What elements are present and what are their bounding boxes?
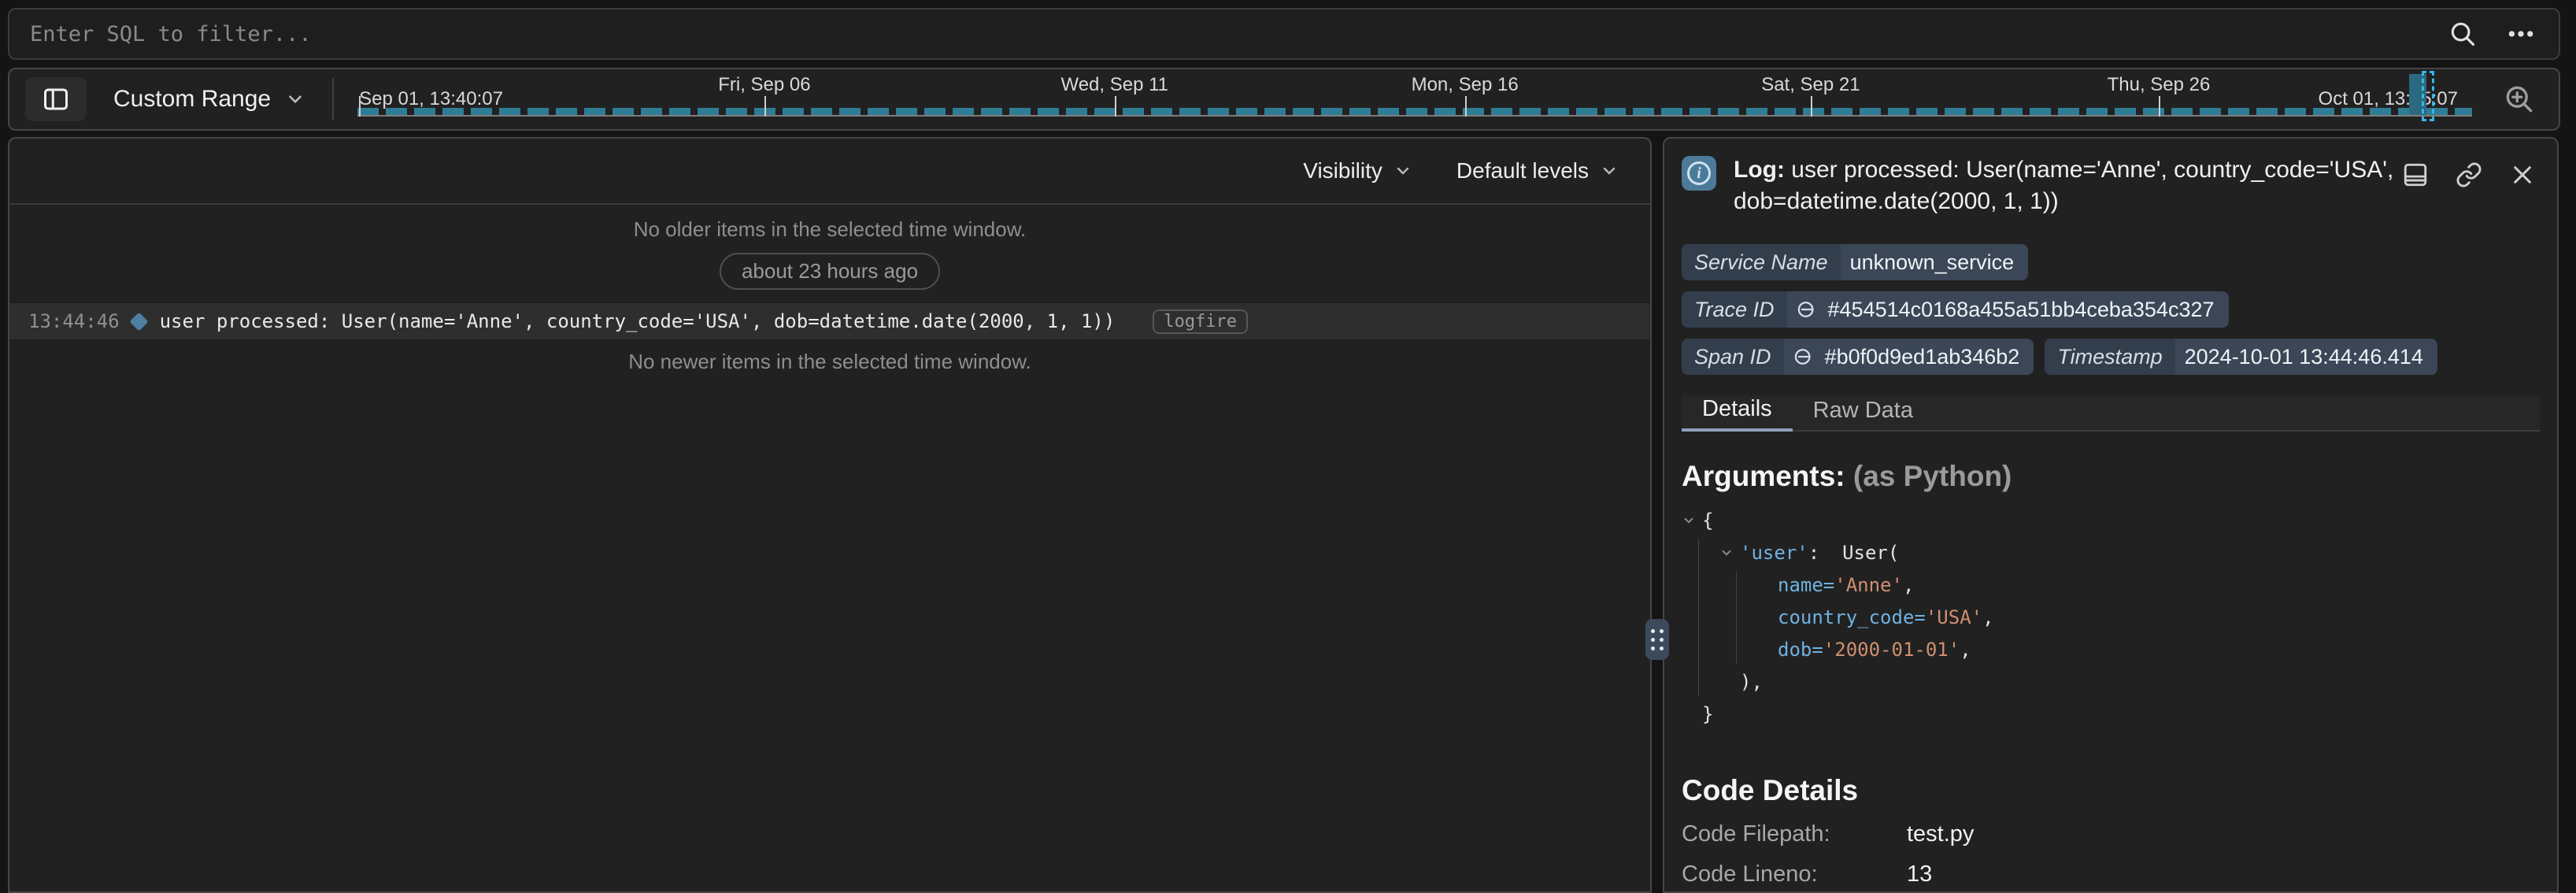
code-token: }	[1702, 703, 1713, 725]
no-newer-items-text: No newer items in the selected time wind…	[9, 350, 1650, 374]
close-icon[interactable]	[2505, 157, 2540, 192]
log-tag-badge[interactable]: logfire	[1153, 309, 1248, 334]
timeline-chart[interactable]: Sep 01, 13:40:07 Oct 01, 13:45:07 Fri, S…	[348, 69, 2551, 129]
code-token: :	[1808, 542, 1842, 564]
badge-value: #b0f0d9ed1ab346b2	[1815, 339, 2034, 375]
code-line[interactable]: {	[1682, 504, 2540, 536]
log-list-panel: Visibility Default levels No older items…	[8, 137, 1652, 893]
timeline-selection-window[interactable]	[2422, 71, 2434, 121]
indent-guide	[1698, 539, 1699, 696]
code-line: dob='2000-01-01',	[1682, 633, 2540, 665]
no-older-items-text: No older items in the selected time wind…	[9, 217, 1650, 242]
visibility-dropdown[interactable]: Visibility	[1303, 158, 1412, 183]
chevron-down-icon	[285, 89, 305, 109]
zoom-in-icon[interactable]	[2502, 82, 2537, 117]
code-line[interactable]: 'user': User(	[1682, 536, 2540, 569]
divider	[332, 78, 334, 120]
timeline-panel: Custom Range Sep 01, 13:40:07 Oct 01, 13…	[8, 68, 2560, 131]
meta-badge-timestamp: Timestamp2024-10-01 13:44:46.414	[2045, 339, 2437, 375]
time-range-label: Custom Range	[113, 86, 271, 113]
sql-filter-input[interactable]	[30, 22, 2445, 46]
timeline-dashed-series	[357, 108, 2472, 115]
badge-label: Service Name	[1682, 244, 1841, 280]
code-line: country_code='USA',	[1682, 601, 2540, 633]
default-levels-dropdown[interactable]: Default levels	[1456, 158, 1619, 183]
time-range-selector[interactable]: Custom Range	[113, 86, 305, 113]
arguments-code-tree: {'user': User(name='Anne',country_code='…	[1682, 504, 2540, 730]
code-line: name='Anne',	[1682, 569, 2540, 601]
tab-raw-data[interactable]: Raw Data	[1793, 398, 1934, 430]
default-levels-label: Default levels	[1456, 158, 1589, 183]
code-line: ),	[1682, 665, 2540, 698]
badge-value: unknown_service	[1841, 244, 2029, 280]
code-token: {	[1702, 509, 1713, 532]
timeline-end-label: Oct 01, 13:45:07	[2319, 88, 2458, 110]
collapse-chevron-icon[interactable]	[1682, 513, 1702, 528]
log-detail-panel: i Log: user processed: User(name='Anne',…	[1663, 137, 2559, 893]
copy-link-icon[interactable]	[2452, 157, 2486, 192]
log-row[interactable]: 13:44:46 user processed: User(name='Anne…	[9, 302, 1650, 340]
code-token: ,	[1960, 639, 1971, 661]
code-token: User(	[1842, 542, 1899, 564]
indent-guide	[1736, 572, 1737, 665]
code-details-heading: Code Details	[1682, 774, 2540, 807]
code-token: ,	[1982, 606, 1993, 628]
sidebar-toggle-button[interactable]	[25, 77, 87, 121]
link-icon[interactable]	[1797, 298, 1819, 321]
code-token: name=	[1778, 574, 1834, 596]
arguments-heading: Arguments: (as Python)	[1682, 460, 2540, 493]
meta-badge-service-name: Service Nameunknown_service	[1682, 244, 2028, 280]
collapse-chevron-icon[interactable]	[1719, 546, 1740, 560]
info-level-icon: i	[1682, 156, 1716, 191]
badge-label: Span ID	[1682, 339, 1784, 375]
visibility-label: Visibility	[1303, 158, 1382, 183]
code-token: dob=	[1778, 639, 1823, 661]
code-token: '2000-01-01'	[1823, 639, 1960, 661]
code-filepath-label: Code Filepath:	[1682, 821, 1907, 847]
badge-value: #454514c0168a455a51bb4ceba354c327	[1819, 291, 2229, 328]
code-token: ),	[1740, 671, 1763, 693]
code-token: 'Anne'	[1834, 574, 1903, 596]
code-token: 'user'	[1740, 542, 1808, 564]
code-token: 'USA'	[1926, 606, 1982, 628]
detail-title: Log: user processed: User(name='Anne', c…	[1734, 154, 2398, 217]
meta-badge-trace-id[interactable]: Trace ID #454514c0168a455a51bb4ceba354c32…	[1682, 291, 2229, 328]
log-timestamp: 13:44:46	[28, 310, 120, 332]
code-filepath-value: test.py	[1907, 821, 1974, 847]
panel-resize-handle[interactable]	[1645, 619, 1669, 660]
sql-filter-bar	[8, 8, 2560, 60]
chevron-down-icon	[1393, 161, 1412, 180]
meta-badge-span-id[interactable]: Span ID #b0f0d9ed1ab346b2	[1682, 339, 2034, 375]
log-level-diamond-icon	[129, 312, 148, 331]
timeline-start-label: Sep 01, 13:40:07	[359, 88, 503, 110]
detail-tabs: DetailsRaw Data	[1682, 395, 2540, 432]
code-lineno-label: Code Lineno:	[1682, 862, 1907, 887]
relative-time-badge[interactable]: about 23 hours ago	[720, 253, 940, 290]
log-list-toolbar: Visibility Default levels	[9, 139, 1650, 205]
code-line: }	[1682, 698, 2540, 730]
code-token: country_code=	[1778, 606, 1926, 628]
chevron-down-icon	[1600, 161, 1619, 180]
badge-label: Trace ID	[1682, 291, 1787, 328]
ellipsis-menu-icon[interactable]	[2504, 17, 2538, 51]
log-message: user processed: User(name='Anne', countr…	[160, 310, 1116, 332]
panel-layout-icon[interactable]	[2398, 157, 2433, 192]
timeline-axis	[357, 115, 2472, 117]
link-icon[interactable]	[1793, 346, 1815, 368]
code-lineno-value: 13	[1907, 862, 1932, 887]
search-icon[interactable]	[2445, 17, 2480, 51]
badge-label: Timestamp	[2045, 339, 2174, 375]
code-token: ,	[1903, 574, 1914, 596]
badge-value: 2024-10-01 13:44:46.414	[2175, 339, 2437, 375]
tab-details[interactable]: Details	[1682, 396, 1793, 432]
